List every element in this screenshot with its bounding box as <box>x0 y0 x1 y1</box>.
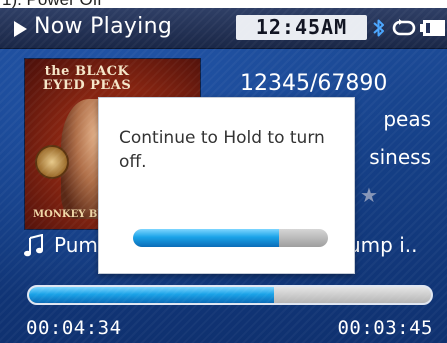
music-note-icon <box>24 234 43 257</box>
dialog-message: Continue to Hold to turn off. <box>119 128 325 172</box>
remaining-time: 00:03:45 <box>337 317 433 339</box>
power-off-dialog: Continue to Hold to turn off. <box>98 97 355 274</box>
power-off-progress-bar <box>133 229 328 247</box>
play-icon <box>14 21 27 37</box>
album-art-band-text: the BLACK EYED PEAS <box>42 64 132 93</box>
rating-star: ★ <box>360 183 378 207</box>
player-screen: Now Playing 12:45AM the BLACK EYED PEAS … <box>0 8 447 343</box>
header-title: Now Playing <box>34 14 173 39</box>
album-art-medallion <box>35 145 69 179</box>
bluetooth-icon <box>373 19 384 37</box>
elapsed-time: 00:04:34 <box>26 317 122 339</box>
song-title-start: Pum <box>54 233 98 257</box>
track-counter: 12345/67890 <box>240 71 388 96</box>
power-off-progress-fill <box>133 229 280 247</box>
playback-progress-bar[interactable] <box>27 285 433 305</box>
artist-name: peas <box>383 107 431 131</box>
playback-progress-fill <box>29 287 275 303</box>
repeat-icon <box>392 19 416 36</box>
album-name: siness <box>369 145 431 169</box>
battery-icon <box>420 20 445 36</box>
status-header: Now Playing 12:45AM <box>0 8 447 49</box>
page-caption: 1). Power Off <box>2 0 102 8</box>
song-title-end: ump i.. <box>348 233 418 257</box>
clock: 12:45AM <box>236 15 367 40</box>
